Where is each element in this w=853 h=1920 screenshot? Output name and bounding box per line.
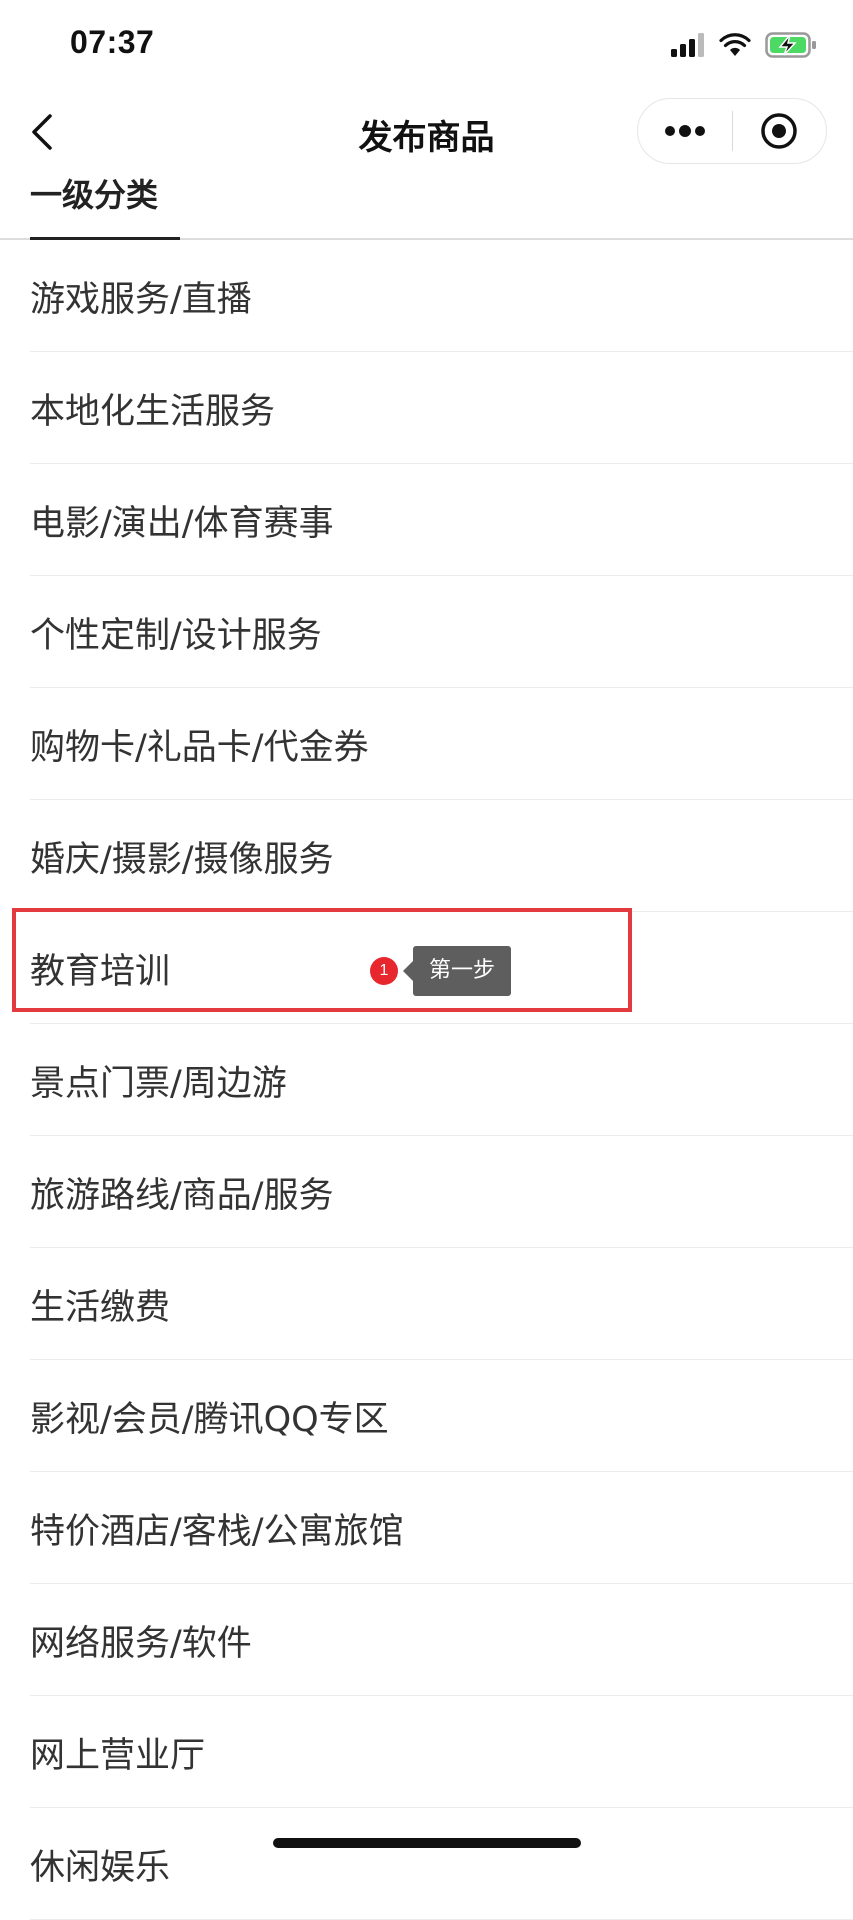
signal-icon xyxy=(671,33,704,57)
category-item[interactable]: 休闲娱乐 xyxy=(0,1808,853,1920)
category-item[interactable]: 特价酒店/客栈/公寓旅馆 xyxy=(0,1472,853,1584)
category-item[interactable]: 购物卡/礼品卡/代金券 xyxy=(0,688,853,800)
annotation-step-badge: 1 xyxy=(370,957,398,985)
wifi-icon xyxy=(719,33,751,56)
category-label: 网络服务/软件 xyxy=(30,1623,252,1664)
category-label: 特价酒店/客栈/公寓旅馆 xyxy=(30,1511,404,1552)
battery-charging-icon xyxy=(765,32,816,58)
category-label: 休闲娱乐 xyxy=(30,1847,171,1888)
category-label: 旅游路线/商品/服务 xyxy=(30,1175,334,1216)
more-dots-icon xyxy=(664,125,705,137)
status-icons xyxy=(671,28,817,62)
category-label: 个性定制/设计服务 xyxy=(30,615,322,656)
category-item[interactable]: 个性定制/设计服务 xyxy=(0,576,853,688)
category-item[interactable]: 电影/演出/体育赛事 xyxy=(0,464,853,576)
target-circle-icon xyxy=(761,113,797,149)
status-time: 07:37 xyxy=(70,24,155,60)
category-item[interactable]: 旅游路线/商品/服务 xyxy=(0,1136,853,1248)
category-label: 游戏服务/直播 xyxy=(30,279,252,320)
category-item[interactable]: 婚庆/摄影/摄像服务 xyxy=(0,800,853,912)
category-item[interactable]: 游戏服务/直播 xyxy=(0,240,853,352)
category-item[interactable]: 影视/会员/腾讯QQ专区 xyxy=(0,1360,853,1472)
category-label: 网上营业厅 xyxy=(30,1735,206,1776)
category-item[interactable]: 生活缴费 xyxy=(0,1248,853,1360)
category-label: 生活缴费 xyxy=(30,1287,171,1328)
home-indicator[interactable] xyxy=(273,1838,581,1848)
category-list: 游戏服务/直播 本地化生活服务 电影/演出/体育赛事 个性定制/设计服务 购物卡… xyxy=(0,240,853,1920)
category-item[interactable]: 网络服务/软件 xyxy=(0,1584,853,1696)
tab-level-one-category[interactable]: 一级分类 xyxy=(30,170,158,238)
close-mini-program-button[interactable] xyxy=(733,99,827,163)
category-label: 本地化生活服务 xyxy=(30,391,276,432)
category-label: 电影/演出/体育赛事 xyxy=(30,503,334,544)
annotation-highlight-box xyxy=(12,908,632,1012)
category-item[interactable]: 本地化生活服务 xyxy=(0,352,853,464)
annotation-step-tooltip: 第一步 xyxy=(402,946,512,996)
mini-program-capsule xyxy=(637,98,827,164)
category-label: 购物卡/礼品卡/代金券 xyxy=(30,727,369,768)
category-label: 影视/会员/腾讯QQ专区 xyxy=(30,1399,389,1440)
category-item[interactable]: 景点门票/周边游 xyxy=(0,1024,853,1136)
status-bar: 07:37 xyxy=(0,0,853,90)
nav-bar: 发布商品 xyxy=(0,90,853,170)
category-label: 婚庆/摄影/摄像服务 xyxy=(30,839,334,880)
category-tab-row: 一级分类 xyxy=(0,170,853,240)
category-label: 景点门票/周边游 xyxy=(30,1063,287,1104)
category-item[interactable]: 网上营业厅 xyxy=(0,1696,853,1808)
more-button[interactable] xyxy=(638,99,732,163)
